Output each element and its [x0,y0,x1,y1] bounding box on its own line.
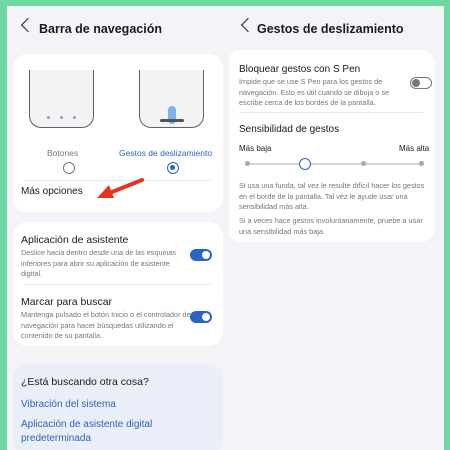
gesture-sensitivity-title: Sensibilidad de gestos [239,124,340,135]
block-spen-gestures-description: Impide que se use S Pen para los gestos … [239,77,390,107]
navigation-bar-screen: Barra de navegación Botones Gestos de de… [7,6,229,450]
divider [239,112,423,113]
annotation-arrow-icon [97,178,144,198]
divider [25,284,211,285]
gestures-radio[interactable] [167,162,179,174]
sensitivity-high-label: Más alta [399,144,430,153]
back-arrow-icon[interactable] [20,17,36,33]
mark-to-search-title[interactable]: Marcar para buscar [21,296,112,308]
more-options-item[interactable]: Más opciones [21,186,83,197]
link-default-assistant-line1[interactable]: Aplicación de asistente digital [21,418,152,432]
buttons-radio[interactable] [63,162,75,174]
sensitivity-low-label: Más baja [239,144,272,153]
link-default-assistant-line2[interactable]: predeterminada [21,432,91,446]
page-title: Gestos de deslizamiento [257,22,404,36]
sensitivity-slider-thumb[interactable] [299,158,311,170]
slider-step [419,161,424,166]
option-buttons-label[interactable]: Botones [47,148,78,158]
mark-to-search-toggle[interactable] [190,311,212,323]
block-spen-gestures-toggle[interactable] [410,77,432,89]
assistant-app-description: Deslice hacia dentro desde una de las es… [21,248,176,278]
sensitivity-note-involuntary: Si a veces hace gestos involuntariamente… [239,216,423,236]
buttons-preview[interactable] [29,70,94,128]
option-gestures-label[interactable]: Gestos de deslizamiento [119,148,212,158]
block-spen-gestures-title[interactable]: Bloquear gestos con S Pen [239,64,360,75]
back-arrow-icon[interactable] [240,17,256,33]
sensitivity-note-case: Si usa una funda, tal vez le resulte dif… [239,181,425,211]
page-title: Barra de navegación [39,22,162,36]
swipe-gestures-screen: Gestos de deslizamiento Bloquear gestos … [229,6,444,450]
slider-step [245,161,250,166]
mark-to-search-description: Mantenga pulsado el botón Inicio o el co… [21,310,191,340]
assistant-app-toggle[interactable] [190,249,212,261]
sensitivity-slider-track[interactable] [247,163,423,165]
gestures-preview[interactable] [139,70,204,128]
slider-step [361,161,366,166]
assistant-app-title[interactable]: Aplicación de asistente [21,234,128,246]
link-system-vibration[interactable]: Vibración del sistema [21,398,116,412]
suggestions-title: ¿Está buscando otra cosa? [21,376,149,388]
